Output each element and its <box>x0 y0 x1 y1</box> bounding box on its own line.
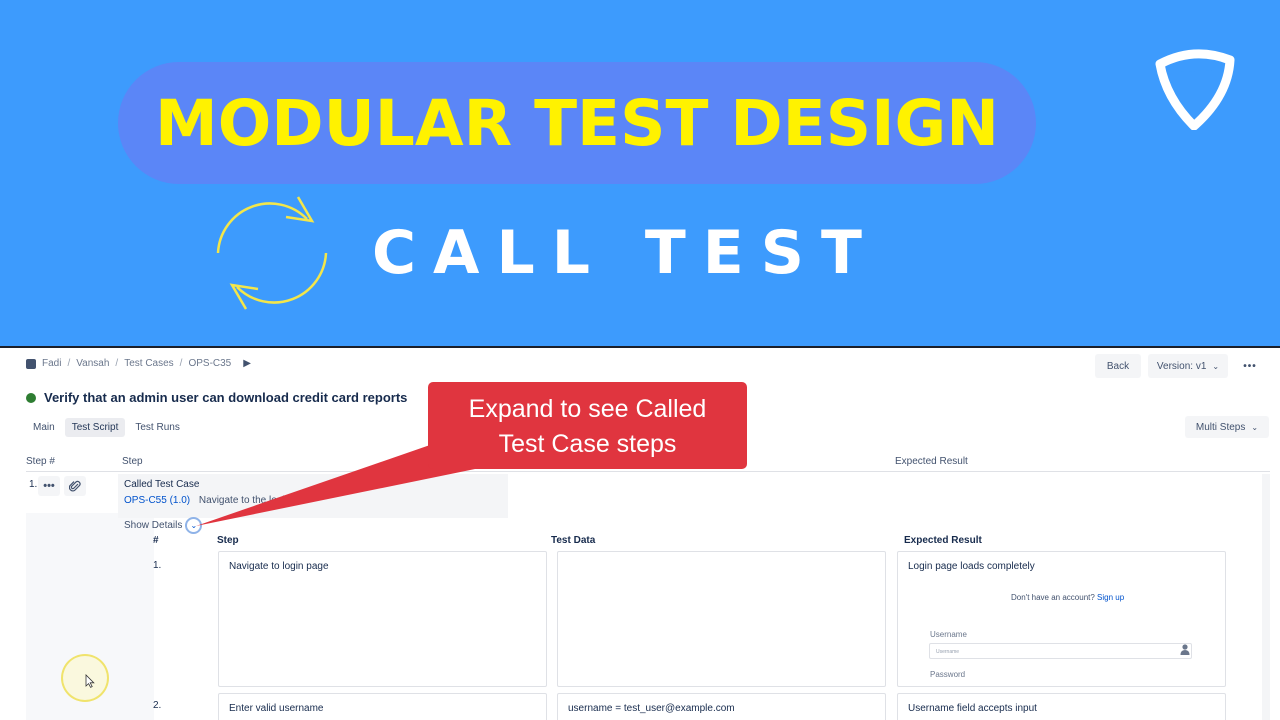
version-label: Version: v1 <box>1156 360 1207 372</box>
column-header-step: Step <box>122 456 143 467</box>
sub-header-test-data: Test Data <box>551 535 596 546</box>
username-input[interactable]: Username <box>929 643 1192 659</box>
username-label: Username <box>930 630 967 639</box>
sub-step-number: 2. <box>153 700 162 711</box>
paperclip-icon <box>69 480 81 492</box>
tab-main[interactable]: Main <box>26 418 62 437</box>
chevron-down-icon: ⌄ <box>1212 361 1220 371</box>
sub-step-cell[interactable]: Navigate to login page <box>218 551 547 687</box>
tab-test-runs[interactable]: Test Runs <box>128 418 186 437</box>
tab-bar: Main Test Script Test Runs <box>26 418 190 437</box>
status-dot <box>26 392 36 403</box>
mouse-cursor-icon <box>85 674 95 688</box>
sub-step-number: 1. <box>153 560 162 571</box>
signup-link[interactable]: Sign up <box>1097 593 1124 602</box>
annotation-callout: Expand to see Called Test Case steps <box>428 382 747 469</box>
step-number: 1. <box>29 479 38 490</box>
breadcrumb-item[interactable]: OPS-C35 <box>188 358 231 369</box>
chevron-down-icon: ⌄ <box>1251 422 1259 432</box>
brand-logo-icon <box>1155 49 1235 130</box>
callout-line-2: Test Case steps <box>498 430 677 458</box>
sub-expected-text: Username field accepts input <box>908 703 1037 714</box>
callout-line-1: Expand to see Called <box>468 395 707 423</box>
password-label: Password <box>930 670 966 679</box>
sub-header-step: Step <box>217 535 239 546</box>
signup-text: Don't have an account? <box>1011 593 1095 602</box>
sub-test-data-cell[interactable] <box>557 551 886 687</box>
breadcrumb: Fadi / Vansah / Test Cases / OPS-C35 ▶ <box>26 358 251 369</box>
sub-header-number: # <box>153 535 159 546</box>
sub-test-data-text: username = test_user@example.com <box>568 703 735 714</box>
row-actions-button[interactable]: ••• <box>38 476 60 496</box>
multi-steps-label: Multi Steps <box>1195 421 1246 433</box>
sub-header-expected-result: Expected Result <box>904 535 982 546</box>
user-icon <box>1180 644 1190 655</box>
sub-step-text: Enter valid username <box>229 703 324 714</box>
username-placeholder: Username <box>936 649 960 655</box>
sub-expected-cell[interactable]: Login page loads completely <box>897 551 1226 687</box>
breadcrumb-item[interactable]: Vansah <box>76 358 109 369</box>
show-details-toggle[interactable]: Show Details ⌄ <box>124 517 203 534</box>
attachment-button[interactable] <box>64 476 86 496</box>
show-details-label: Show Details <box>124 520 183 531</box>
sub-step-text: Navigate to login page <box>229 561 329 572</box>
sub-test-data-cell[interactable]: username = test_user@example.com <box>557 693 886 720</box>
divider <box>26 471 1270 472</box>
play-icon[interactable]: ▶ <box>243 358 251 369</box>
sub-expected-text: Login page loads completely <box>908 561 1035 572</box>
breadcrumb-item[interactable]: Test Cases <box>124 358 173 369</box>
called-test-case-link[interactable]: OPS-C55 (1.0) <box>124 495 190 506</box>
back-button[interactable]: Back <box>1095 354 1141 378</box>
tab-test-script[interactable]: Test Script <box>64 418 126 437</box>
banner-title-pill: MODULAR TEST DESIGN <box>118 62 1036 184</box>
scrollbar[interactable] <box>1262 474 1270 720</box>
sub-expected-cell[interactable]: Username field accepts input <box>897 693 1226 720</box>
project-logo-icon <box>26 358 36 369</box>
called-test-case-summary: Navigate to the login pa <box>198 495 304 506</box>
refresh-icon <box>216 196 328 310</box>
column-header-step-number: Step # <box>26 456 55 467</box>
banner-subtitle: CALL TEST <box>372 218 879 288</box>
page-title: Verify that an admin user can download c… <box>44 390 408 405</box>
sub-step-cell[interactable]: Enter valid username <box>218 693 547 720</box>
version-dropdown[interactable]: Version: v1 ⌄ <box>1148 354 1228 378</box>
chevron-down-icon[interactable]: ⌄ <box>185 517 203 534</box>
column-header-expected-result: Expected Result <box>895 456 968 467</box>
signup-prompt: Don't have an account? Sign up <box>1011 593 1124 602</box>
promo-banner: MODULAR TEST DESIGN CALL TEST <box>0 0 1280 346</box>
breadcrumb-item[interactable]: Fadi <box>42 358 61 369</box>
multi-steps-dropdown[interactable]: Multi Steps ⌄ <box>1185 416 1269 438</box>
called-test-case-ref: OPS-C55 (1.0) Navigate to the login pa <box>124 495 304 506</box>
banner-title: MODULAR TEST DESIGN <box>155 86 999 160</box>
page-title-row: Verify that an admin user can download c… <box>26 390 407 405</box>
more-options-button[interactable]: ••• <box>1236 354 1264 378</box>
called-test-case-label: Called Test Case <box>124 479 200 490</box>
